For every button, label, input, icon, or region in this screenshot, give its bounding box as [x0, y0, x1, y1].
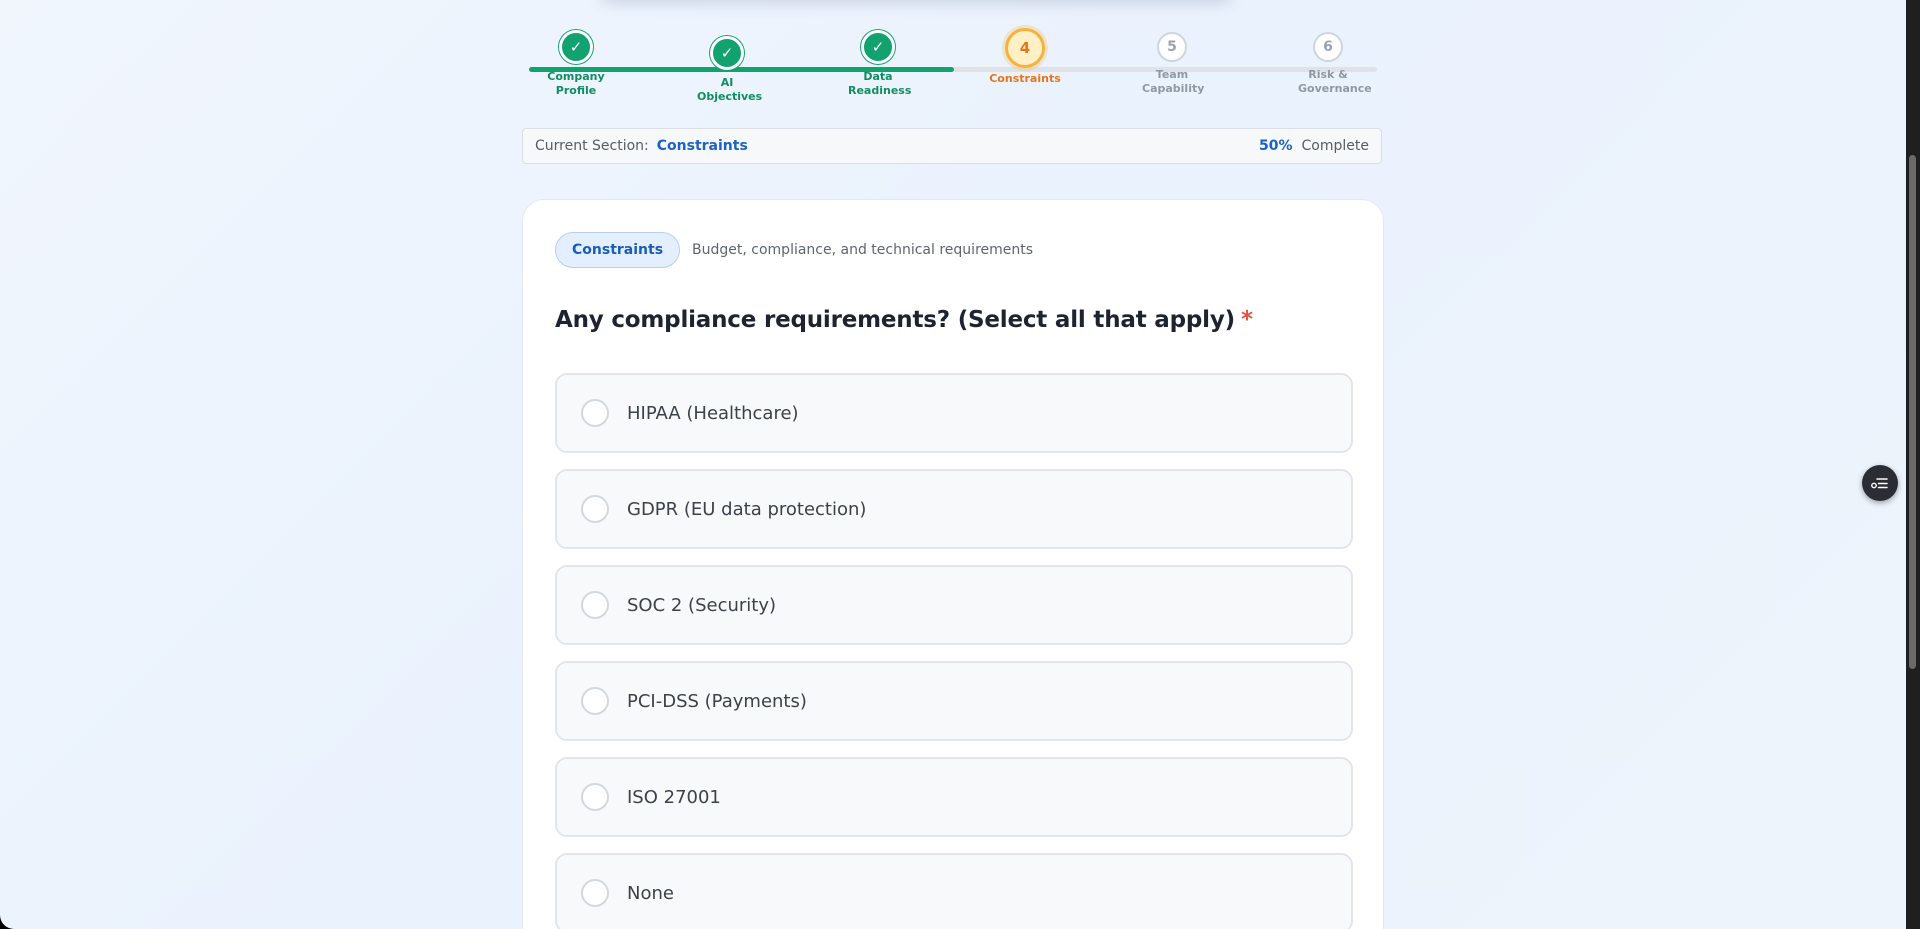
- section-description: Budget, compliance, and technical requir…: [692, 242, 1034, 258]
- current-section-prefix: Current Section:: [535, 138, 649, 154]
- check-icon: ✓: [710, 36, 744, 70]
- step-risk-governance[interactable]: 6 Risk & Governance: [1268, 30, 1388, 96]
- step-label: Company Profile: [547, 70, 605, 97]
- option-checkbox[interactable]: [581, 687, 609, 715]
- question-text: Any compliance requirements? (Select all…: [555, 307, 1235, 333]
- option-hipaa-healthcare[interactable]: HIPAA (Healthcare): [555, 373, 1353, 453]
- section-tag-row: Constraints Budget, compliance, and tech…: [555, 232, 1033, 268]
- current-section-bar: Current Section: Constraints 50% Complet…: [522, 128, 1382, 164]
- option-label: HIPAA (Healthcare): [627, 402, 799, 424]
- step-label: Data Readiness: [848, 70, 912, 97]
- floating-settings-button[interactable]: [1862, 465, 1898, 501]
- step-label: Team Capability: [1142, 68, 1205, 95]
- progress-percent: 50%: [1259, 138, 1293, 154]
- step-constraints[interactable]: 4 Constraints: [965, 28, 1085, 86]
- question-card: Constraints Budget, compliance, and tech…: [522, 199, 1384, 929]
- step-ai-objectives[interactable]: ✓ AI Objectives: [667, 36, 787, 104]
- option-label: SOC 2 (Security): [627, 594, 777, 616]
- option-checkbox[interactable]: [581, 879, 609, 907]
- current-section-name: Constraints: [656, 138, 748, 154]
- option-gdpr-eu-data-protection[interactable]: GDPR (EU data protection): [555, 469, 1353, 549]
- option-checkbox[interactable]: [581, 783, 609, 811]
- step-company-profile[interactable]: ✓ Company Profile: [516, 30, 636, 98]
- progress-complete-label: Complete: [1301, 138, 1369, 154]
- options-list: HIPAA (Healthcare) GDPR (EU data protecti…: [555, 373, 1353, 929]
- option-label: PCI-DSS (Payments): [627, 690, 807, 712]
- step-number: 5: [1157, 32, 1187, 62]
- section-tag: Constraints: [555, 232, 681, 268]
- option-label: None: [627, 882, 674, 904]
- option-checkbox[interactable]: [581, 591, 609, 619]
- step-label: Constraints: [989, 72, 1061, 85]
- page-viewport: ✓ Company Profile ✓ AI Objectives ✓ Data Read…: [0, 0, 1906, 929]
- option-label: ISO 27001: [627, 786, 721, 808]
- option-checkbox[interactable]: [581, 495, 609, 523]
- option-checkbox[interactable]: [581, 399, 609, 427]
- option-soc-2-security[interactable]: SOC 2 (Security): [555, 565, 1353, 645]
- option-pci-dss-payments[interactable]: PCI-DSS (Payments): [555, 661, 1353, 741]
- scrollbar-thumb[interactable]: [1909, 155, 1916, 669]
- settings-list-icon: [1871, 478, 1888, 489]
- check-icon: ✓: [559, 30, 593, 64]
- option-label: GDPR (EU data protection): [627, 498, 867, 520]
- step-label: Risk & Governance: [1298, 68, 1372, 95]
- step-data-readiness[interactable]: ✓ Data Readiness: [818, 30, 938, 98]
- step-number: 6: [1313, 32, 1343, 62]
- option-none[interactable]: None: [555, 853, 1353, 929]
- option-iso-27001[interactable]: ISO 27001: [555, 757, 1353, 837]
- step-number: 4: [1005, 28, 1045, 68]
- required-marker: *: [1240, 307, 1253, 333]
- progress-stepper: ✓ Company Profile ✓ AI Objectives ✓ Data Read…: [520, 28, 1380, 110]
- check-icon: ✓: [861, 30, 895, 64]
- step-team-capability[interactable]: 5 Team Capability: [1112, 30, 1232, 96]
- step-label: AI Objectives: [697, 76, 763, 103]
- question-title: Any compliance requirements? (Select all…: [555, 307, 1253, 333]
